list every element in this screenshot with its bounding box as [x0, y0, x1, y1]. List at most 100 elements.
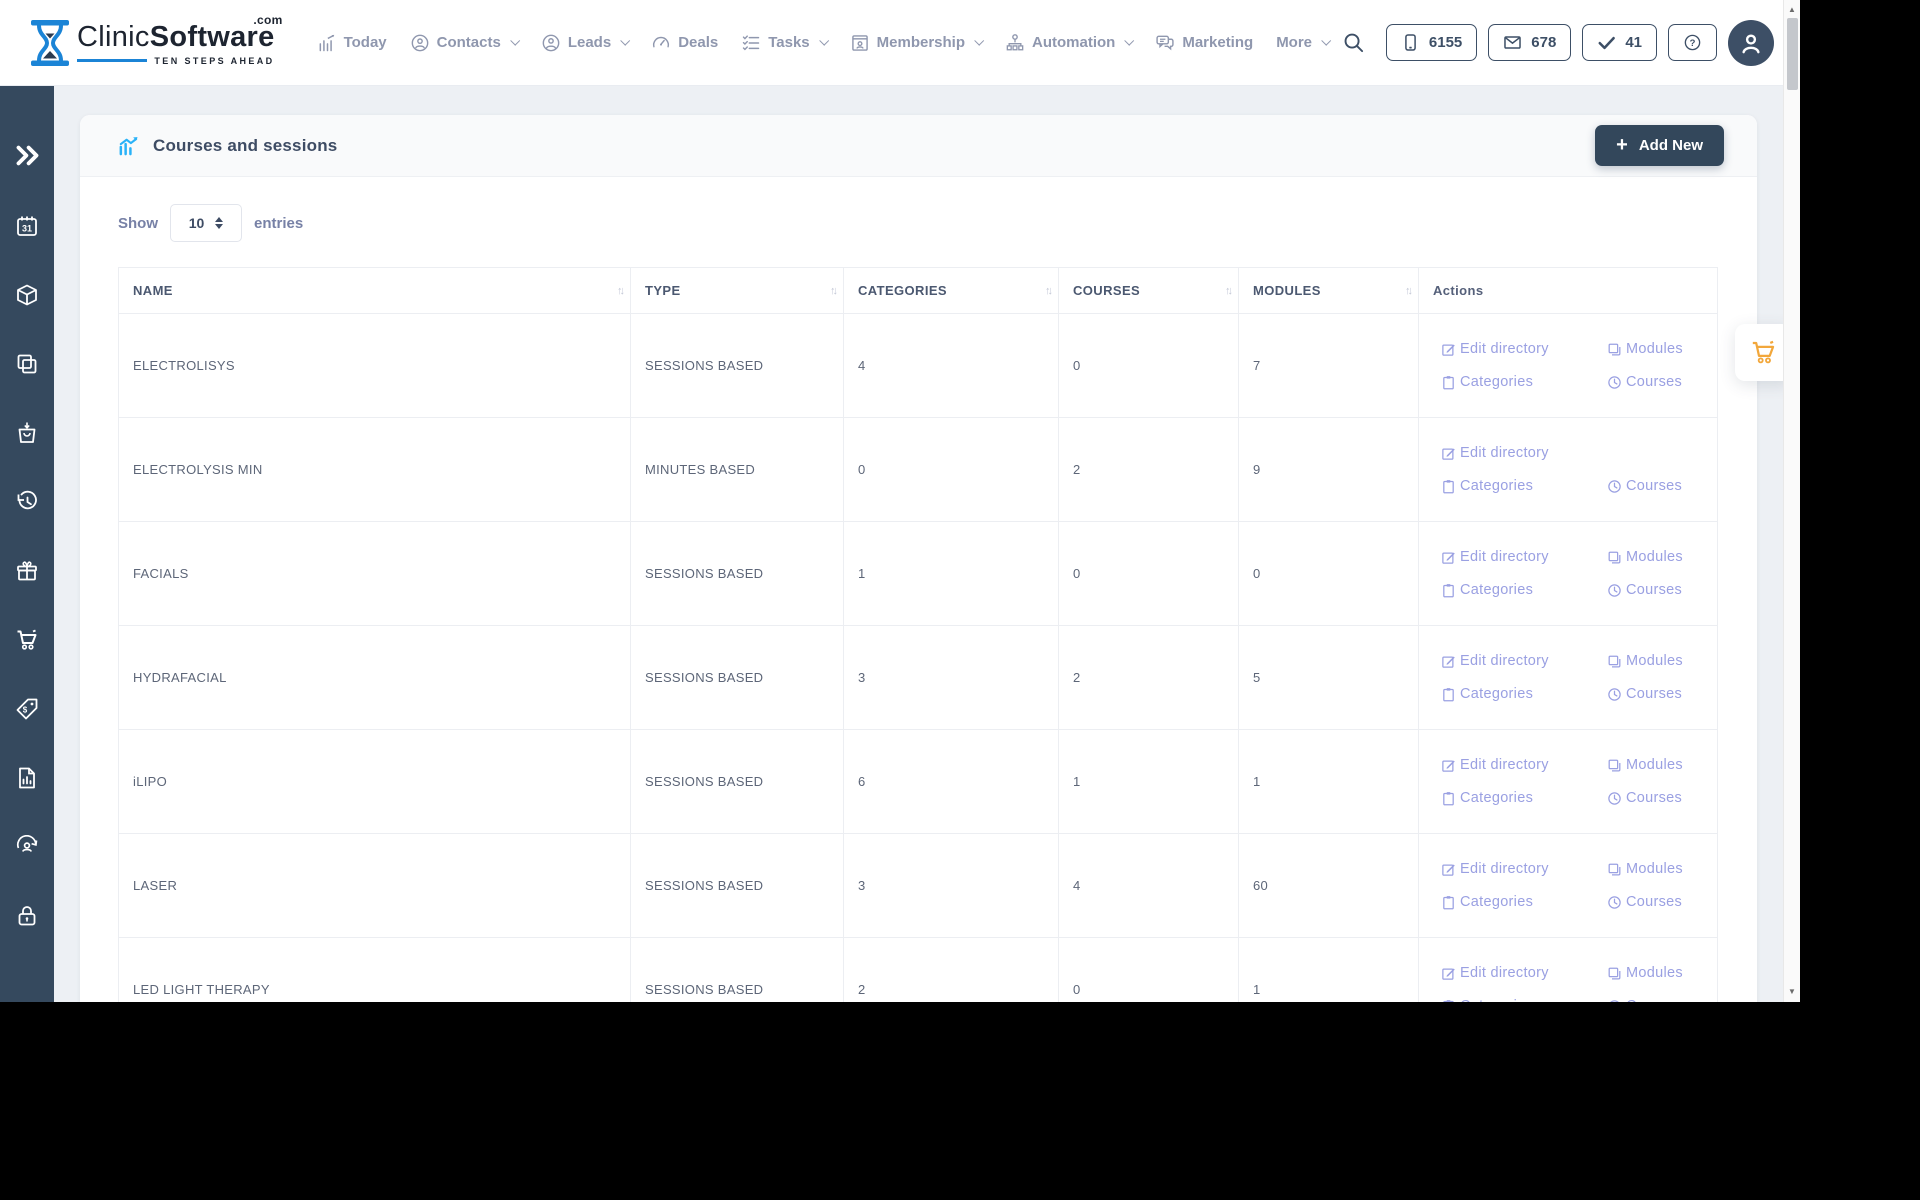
- categories-link[interactable]: Categories: [1441, 478, 1607, 494]
- sidebar-expand-button[interactable]: [14, 142, 41, 169]
- nav-leads[interactable]: Leads: [541, 33, 631, 53]
- table-row: ELECTROLISYS SESSIONS BASED 4 0 7 Edit d…: [118, 313, 1718, 418]
- col-header-categories[interactable]: CATEGORIES ↑↓: [843, 267, 1059, 314]
- brand-logo[interactable]: ClinicSoftware .com TEN STEPS AHEAD: [30, 14, 282, 66]
- search-button[interactable]: [1342, 31, 1365, 54]
- modules-link[interactable]: Modules: [1607, 653, 1717, 669]
- sidebar-item-calendar[interactable]: [15, 214, 39, 238]
- edit-directory-link[interactable]: Edit directory: [1441, 341, 1607, 357]
- sort-icon[interactable]: ↑↓: [1225, 285, 1233, 297]
- modules-link[interactable]: Modules: [1607, 757, 1717, 773]
- sort-icon[interactable]: ↑↓: [1045, 285, 1053, 297]
- sidebar-item-reports[interactable]: [15, 766, 39, 790]
- courses-count: 0: [1058, 937, 1239, 1002]
- table-row: LASER SESSIONS BASED 3 4 60 Edit directo…: [118, 833, 1718, 938]
- scrollbar[interactable]: ▲ ▼: [1783, 0, 1800, 1002]
- courses-link[interactable]: Courses: [1607, 374, 1717, 390]
- nav-automation[interactable]: Automation: [1005, 33, 1135, 53]
- double-chevron-right-icon: [14, 142, 41, 169]
- actions-cell: Edit directory Modules Categories Course…: [1418, 521, 1718, 626]
- categories-link[interactable]: Categories: [1441, 582, 1607, 598]
- edit-directory-link[interactable]: Edit directory: [1441, 757, 1607, 773]
- categories-icon: [1441, 583, 1456, 598]
- entries-select[interactable]: 10: [170, 204, 242, 242]
- course-type: MINUTES BASED: [630, 417, 844, 522]
- modules-link[interactable]: Modules: [1607, 341, 1717, 357]
- edit-directory-link[interactable]: Edit directory: [1441, 861, 1607, 877]
- entries-label: entries: [254, 214, 304, 232]
- edit-directory-link[interactable]: Edit directory: [1441, 653, 1607, 669]
- courses-link[interactable]: Courses: [1607, 478, 1717, 494]
- nav-today-label: Today: [343, 34, 387, 51]
- course-name: iLIPO: [118, 729, 631, 834]
- col-header-name[interactable]: NAME ↑↓: [118, 267, 631, 314]
- sidebar-item-products[interactable]: [15, 283, 39, 307]
- courses-table: NAME ↑↓ TYPE ↑↓ CATEGORIES ↑↓ COURSES ↑↓ MOD…: [118, 267, 1718, 1002]
- sidebar-item-user-sync[interactable]: [15, 835, 39, 859]
- entries-selected-value: 10: [188, 215, 205, 231]
- nav-tasks-label: Tasks: [768, 34, 810, 51]
- modules-link[interactable]: Modules: [1607, 965, 1717, 981]
- categories-icon: [1441, 895, 1456, 910]
- scroll-down-icon[interactable]: ▼: [1788, 985, 1796, 997]
- col-header-modules[interactable]: MODULES ↑↓: [1238, 267, 1419, 314]
- avatar[interactable]: [1728, 19, 1774, 66]
- sidebar-item-security[interactable]: [15, 904, 39, 928]
- edit-directory-link[interactable]: Edit directory: [1441, 445, 1717, 461]
- col-header-type[interactable]: TYPE ↑↓: [630, 267, 844, 314]
- actions-cell: Edit directory Modules Categories Course…: [1418, 833, 1718, 938]
- sidebar-item-duplicates[interactable]: [15, 352, 39, 376]
- tasks-done-badge[interactable]: 41: [1582, 24, 1657, 61]
- modules-count: 5: [1238, 625, 1419, 730]
- courses-link[interactable]: Courses: [1607, 790, 1717, 806]
- scrollbar-thumb[interactable]: [1786, 18, 1798, 90]
- categories-link[interactable]: Categories: [1441, 686, 1607, 702]
- categories-link[interactable]: Categories: [1441, 894, 1607, 910]
- edit-directory-link[interactable]: Edit directory: [1441, 965, 1607, 981]
- courses-link[interactable]: Courses: [1607, 582, 1717, 598]
- modules-link[interactable]: Modules: [1607, 549, 1717, 565]
- phone-calls-badge[interactable]: 6155: [1385, 24, 1478, 61]
- edit-directory-link[interactable]: Edit directory: [1441, 549, 1607, 565]
- nav-contacts[interactable]: Contacts: [410, 33, 520, 53]
- shopping-bag-icon: [15, 421, 39, 445]
- sidebar-item-cart[interactable]: [15, 628, 39, 652]
- help-button[interactable]: [1668, 24, 1717, 61]
- categories-link[interactable]: Categories: [1441, 998, 1607, 1002]
- page-body: Courses and sessions + Add New Show 10 e…: [0, 86, 1800, 1002]
- add-new-button[interactable]: + Add New: [1595, 125, 1724, 166]
- main-navigation: Today Contacts Leads Deals Tasks Members…: [317, 33, 1332, 53]
- scroll-up-icon[interactable]: ▲: [1788, 3, 1796, 15]
- modules-icon: [1607, 550, 1622, 565]
- nav-marketing[interactable]: Marketing: [1155, 33, 1253, 53]
- cart-icon: [15, 628, 39, 652]
- categories-count: 3: [843, 833, 1059, 938]
- courses-link[interactable]: Courses: [1607, 894, 1717, 910]
- courses-link[interactable]: Courses: [1607, 998, 1717, 1002]
- courses-link[interactable]: Courses: [1607, 686, 1717, 702]
- categories-icon: [1441, 375, 1456, 390]
- sidebar-item-pricing[interactable]: [15, 697, 39, 721]
- nav-today[interactable]: Today: [317, 33, 387, 53]
- nav-membership[interactable]: Membership: [850, 33, 985, 53]
- categories-link[interactable]: Categories: [1441, 790, 1607, 806]
- sidebar-item-history[interactable]: [15, 490, 39, 514]
- cube-icon: [15, 283, 39, 307]
- nav-deals[interactable]: Deals: [651, 33, 718, 53]
- messages-badge[interactable]: 678: [1488, 24, 1572, 61]
- navbar-right: 6155 678 41: [1342, 19, 1774, 66]
- nav-more[interactable]: More: [1276, 34, 1332, 51]
- sidebar-item-orders[interactable]: [15, 421, 39, 445]
- sidebar-item-gifts[interactable]: [15, 559, 39, 583]
- sort-icon[interactable]: ↑↓: [830, 285, 838, 297]
- stepper-arrows-icon: [215, 217, 224, 229]
- modules-link[interactable]: Modules: [1607, 861, 1717, 877]
- nav-tasks[interactable]: Tasks: [741, 33, 829, 53]
- categories-link[interactable]: Categories: [1441, 374, 1607, 390]
- sort-icon[interactable]: ↑↓: [1405, 285, 1413, 297]
- page-title: Courses and sessions: [153, 135, 338, 155]
- categories-count: 2: [843, 937, 1059, 1002]
- categories-icon: [1441, 791, 1456, 806]
- sort-icon[interactable]: ↑↓: [617, 285, 625, 297]
- col-header-courses[interactable]: COURSES ↑↓: [1058, 267, 1239, 314]
